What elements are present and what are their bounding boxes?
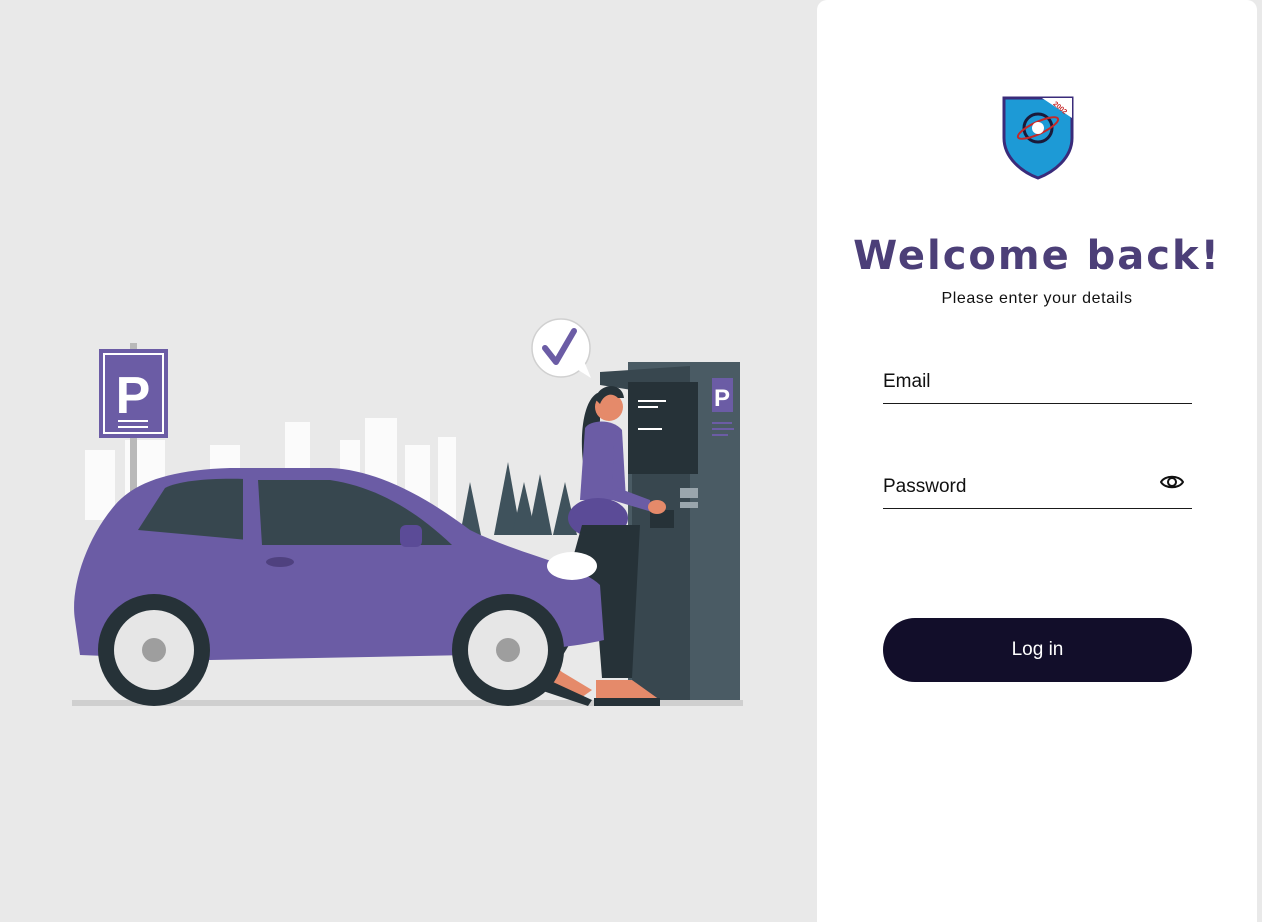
school-logo: 2002 — [1002, 96, 1074, 180]
login-panel: 2002 Welcome back! Please enter your det… — [817, 0, 1257, 922]
right-edge — [1257, 0, 1262, 922]
login-button[interactable]: Log in — [883, 618, 1192, 682]
password-field-wrapper — [883, 468, 1192, 509]
left-pane: P P — [0, 0, 817, 922]
email-field-wrapper — [883, 363, 1192, 404]
eye-icon[interactable] — [1160, 473, 1184, 491]
page-title: Welcome back! — [853, 233, 1221, 279]
password-input[interactable] — [883, 468, 1153, 506]
email-input[interactable] — [883, 363, 1153, 401]
sign-letter: P — [116, 367, 151, 425]
trees — [460, 462, 577, 535]
check-bubble-icon — [531, 318, 591, 378]
page-subtitle: Please enter your details — [941, 290, 1133, 307]
meter-letter: P — [714, 385, 730, 412]
parking-illustration: P P — [72, 318, 743, 706]
